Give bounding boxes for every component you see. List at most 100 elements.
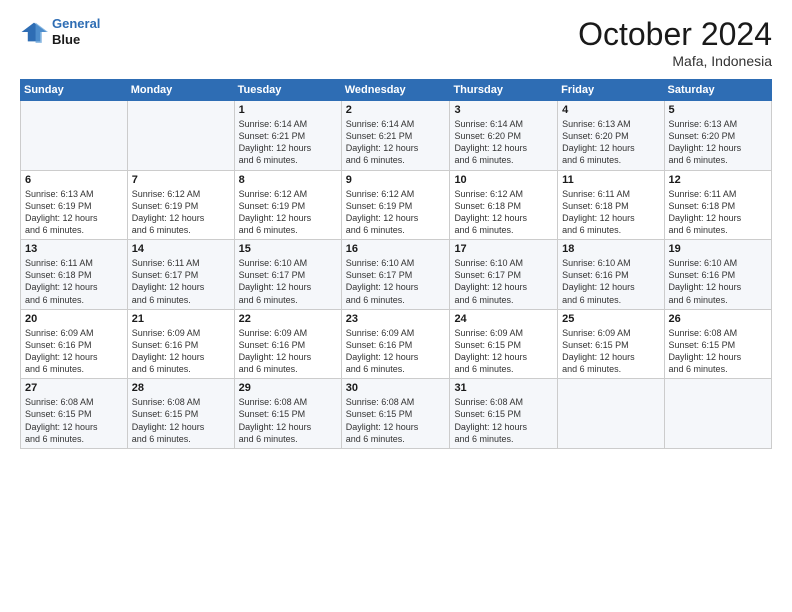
day-info: Sunrise: 6:09 AM Sunset: 6:16 PM Dayligh… xyxy=(346,327,446,376)
day-info: Sunrise: 6:11 AM Sunset: 6:18 PM Dayligh… xyxy=(562,188,659,237)
calendar-cell: 10 Sunrise: 6:12 AM Sunset: 6:18 PM Dayli… xyxy=(450,170,558,240)
day-number: 21 xyxy=(132,313,230,325)
day-info: Sunrise: 6:14 AM Sunset: 6:20 PM Dayligh… xyxy=(454,118,553,167)
day-info: Sunrise: 6:11 AM Sunset: 6:18 PM Dayligh… xyxy=(25,257,123,306)
day-number: 1 xyxy=(239,104,337,116)
day-number: 2 xyxy=(346,104,446,116)
weekday-header: Saturday xyxy=(664,80,771,101)
day-info: Sunrise: 6:12 AM Sunset: 6:19 PM Dayligh… xyxy=(239,188,337,237)
calendar-cell: 9 Sunrise: 6:12 AM Sunset: 6:19 PM Daylig… xyxy=(341,170,450,240)
day-info: Sunrise: 6:09 AM Sunset: 6:16 PM Dayligh… xyxy=(239,327,337,376)
calendar-cell: 5Sunrise: 6:13 AM Sunset: 6:20 PM Daylig… xyxy=(664,101,771,171)
day-info: Sunrise: 6:08 AM Sunset: 6:15 PM Dayligh… xyxy=(25,396,123,445)
day-info: Sunrise: 6:09 AM Sunset: 6:16 PM Dayligh… xyxy=(25,327,123,376)
day-info: Sunrise: 6:10 AM Sunset: 6:16 PM Dayligh… xyxy=(669,257,767,306)
day-number: 17 xyxy=(454,243,553,255)
page: General Blue October 2024 Mafa, Indonesi… xyxy=(0,0,792,612)
weekday-header: Friday xyxy=(558,80,664,101)
day-number: 4 xyxy=(562,104,659,116)
month-title: October 2024 xyxy=(578,16,772,53)
day-number: 24 xyxy=(454,313,553,325)
calendar-cell: 15 Sunrise: 6:10 AM Sunset: 6:17 PM Dayli… xyxy=(234,240,341,310)
day-info: Sunrise: 6:10 AM Sunset: 6:17 PM Dayligh… xyxy=(454,257,553,306)
day-info: Sunrise: 6:10 AM Sunset: 6:17 PM Dayligh… xyxy=(239,257,337,306)
day-info: Sunrise: 6:08 AM Sunset: 6:15 PM Dayligh… xyxy=(132,396,230,445)
day-number: 31 xyxy=(454,382,553,394)
weekday-header: Wednesday xyxy=(341,80,450,101)
calendar-cell: 30Sunrise: 6:08 AM Sunset: 6:15 PM Dayli… xyxy=(341,379,450,449)
calendar-body: 1 Sunrise: 6:14 AM Sunset: 6:21 PM Daylig… xyxy=(21,101,772,449)
day-info: Sunrise: 6:11 AM Sunset: 6:17 PM Dayligh… xyxy=(132,257,230,306)
calendar-cell: 16Sunrise: 6:10 AM Sunset: 6:17 PM Dayli… xyxy=(341,240,450,310)
day-info: Sunrise: 6:13 AM Sunset: 6:20 PM Dayligh… xyxy=(562,118,659,167)
day-info: Sunrise: 6:09 AM Sunset: 6:16 PM Dayligh… xyxy=(132,327,230,376)
calendar-cell: 26Sunrise: 6:08 AM Sunset: 6:15 PM Dayli… xyxy=(664,309,771,379)
calendar-cell: 17 Sunrise: 6:10 AM Sunset: 6:17 PM Dayli… xyxy=(450,240,558,310)
day-number: 30 xyxy=(346,382,446,394)
header: General Blue October 2024 Mafa, Indonesi… xyxy=(20,16,772,69)
weekday-header: Sunday xyxy=(21,80,128,101)
calendar-week-row: 27 Sunrise: 6:08 AM Sunset: 6:15 PM Dayli… xyxy=(21,379,772,449)
day-number: 3 xyxy=(454,104,553,116)
calendar-week-row: 13Sunrise: 6:11 AM Sunset: 6:18 PM Dayli… xyxy=(21,240,772,310)
logo-line2: Blue xyxy=(52,32,100,48)
day-number: 19 xyxy=(669,243,767,255)
calendar-cell xyxy=(664,379,771,449)
calendar-cell: 4 Sunrise: 6:13 AM Sunset: 6:20 PM Daylig… xyxy=(558,101,664,171)
day-info: Sunrise: 6:12 AM Sunset: 6:19 PM Dayligh… xyxy=(346,188,446,237)
calendar-cell: 20 Sunrise: 6:09 AM Sunset: 6:16 PM Dayli… xyxy=(21,309,128,379)
day-number: 14 xyxy=(132,243,230,255)
calendar-header: SundayMondayTuesdayWednesdayThursdayFrid… xyxy=(21,80,772,101)
day-number: 25 xyxy=(562,313,659,325)
day-number: 8 xyxy=(239,174,337,186)
title-block: October 2024 Mafa, Indonesia xyxy=(578,16,772,69)
day-number: 29 xyxy=(239,382,337,394)
calendar-cell: 28 Sunrise: 6:08 AM Sunset: 6:15 PM Dayli… xyxy=(127,379,234,449)
calendar-cell: 3 Sunrise: 6:14 AM Sunset: 6:20 PM Daylig… xyxy=(450,101,558,171)
calendar-cell: 2Sunrise: 6:14 AM Sunset: 6:21 PM Daylig… xyxy=(341,101,450,171)
day-info: Sunrise: 6:08 AM Sunset: 6:15 PM Dayligh… xyxy=(239,396,337,445)
day-info: Sunrise: 6:08 AM Sunset: 6:15 PM Dayligh… xyxy=(454,396,553,445)
day-info: Sunrise: 6:12 AM Sunset: 6:18 PM Dayligh… xyxy=(454,188,553,237)
day-number: 10 xyxy=(454,174,553,186)
calendar-cell: 1 Sunrise: 6:14 AM Sunset: 6:21 PM Daylig… xyxy=(234,101,341,171)
day-number: 27 xyxy=(25,382,123,394)
day-number: 15 xyxy=(239,243,337,255)
calendar-week-row: 6Sunrise: 6:13 AM Sunset: 6:19 PM Daylig… xyxy=(21,170,772,240)
day-info: Sunrise: 6:08 AM Sunset: 6:15 PM Dayligh… xyxy=(669,327,767,376)
day-info: Sunrise: 6:09 AM Sunset: 6:15 PM Dayligh… xyxy=(454,327,553,376)
day-number: 9 xyxy=(346,174,446,186)
calendar-cell: 24 Sunrise: 6:09 AM Sunset: 6:15 PM Dayli… xyxy=(450,309,558,379)
calendar-cell: 13Sunrise: 6:11 AM Sunset: 6:18 PM Dayli… xyxy=(21,240,128,310)
day-number: 12 xyxy=(669,174,767,186)
weekday-header: Thursday xyxy=(450,80,558,101)
calendar-cell xyxy=(127,101,234,171)
calendar-cell: 21 Sunrise: 6:09 AM Sunset: 6:16 PM Dayli… xyxy=(127,309,234,379)
day-number: 23 xyxy=(346,313,446,325)
day-info: Sunrise: 6:11 AM Sunset: 6:18 PM Dayligh… xyxy=(669,188,767,237)
calendar-cell: 7 Sunrise: 6:12 AM Sunset: 6:19 PM Daylig… xyxy=(127,170,234,240)
day-number: 16 xyxy=(346,243,446,255)
calendar-cell: 23 Sunrise: 6:09 AM Sunset: 6:16 PM Dayli… xyxy=(341,309,450,379)
day-info: Sunrise: 6:14 AM Sunset: 6:21 PM Dayligh… xyxy=(239,118,337,167)
day-number: 20 xyxy=(25,313,123,325)
calendar-cell: 12 Sunrise: 6:11 AM Sunset: 6:18 PM Dayli… xyxy=(664,170,771,240)
day-info: Sunrise: 6:13 AM Sunset: 6:19 PM Dayligh… xyxy=(25,188,123,237)
logo: General Blue xyxy=(20,16,100,47)
calendar-cell: 18Sunrise: 6:10 AM Sunset: 6:16 PM Dayli… xyxy=(558,240,664,310)
calendar: SundayMondayTuesdayWednesdayThursdayFrid… xyxy=(20,79,772,449)
day-info: Sunrise: 6:12 AM Sunset: 6:19 PM Dayligh… xyxy=(132,188,230,237)
calendar-cell: 22 Sunrise: 6:09 AM Sunset: 6:16 PM Dayli… xyxy=(234,309,341,379)
day-info: Sunrise: 6:13 AM Sunset: 6:20 PM Dayligh… xyxy=(669,118,767,167)
weekday-header: Tuesday xyxy=(234,80,341,101)
calendar-cell: 8 Sunrise: 6:12 AM Sunset: 6:19 PM Daylig… xyxy=(234,170,341,240)
calendar-cell xyxy=(21,101,128,171)
day-number: 18 xyxy=(562,243,659,255)
calendar-week-row: 1 Sunrise: 6:14 AM Sunset: 6:21 PM Daylig… xyxy=(21,101,772,171)
day-number: 28 xyxy=(132,382,230,394)
day-number: 7 xyxy=(132,174,230,186)
day-number: 22 xyxy=(239,313,337,325)
day-number: 11 xyxy=(562,174,659,186)
calendar-cell: 25Sunrise: 6:09 AM Sunset: 6:15 PM Dayli… xyxy=(558,309,664,379)
calendar-cell: 14 Sunrise: 6:11 AM Sunset: 6:17 PM Dayli… xyxy=(127,240,234,310)
